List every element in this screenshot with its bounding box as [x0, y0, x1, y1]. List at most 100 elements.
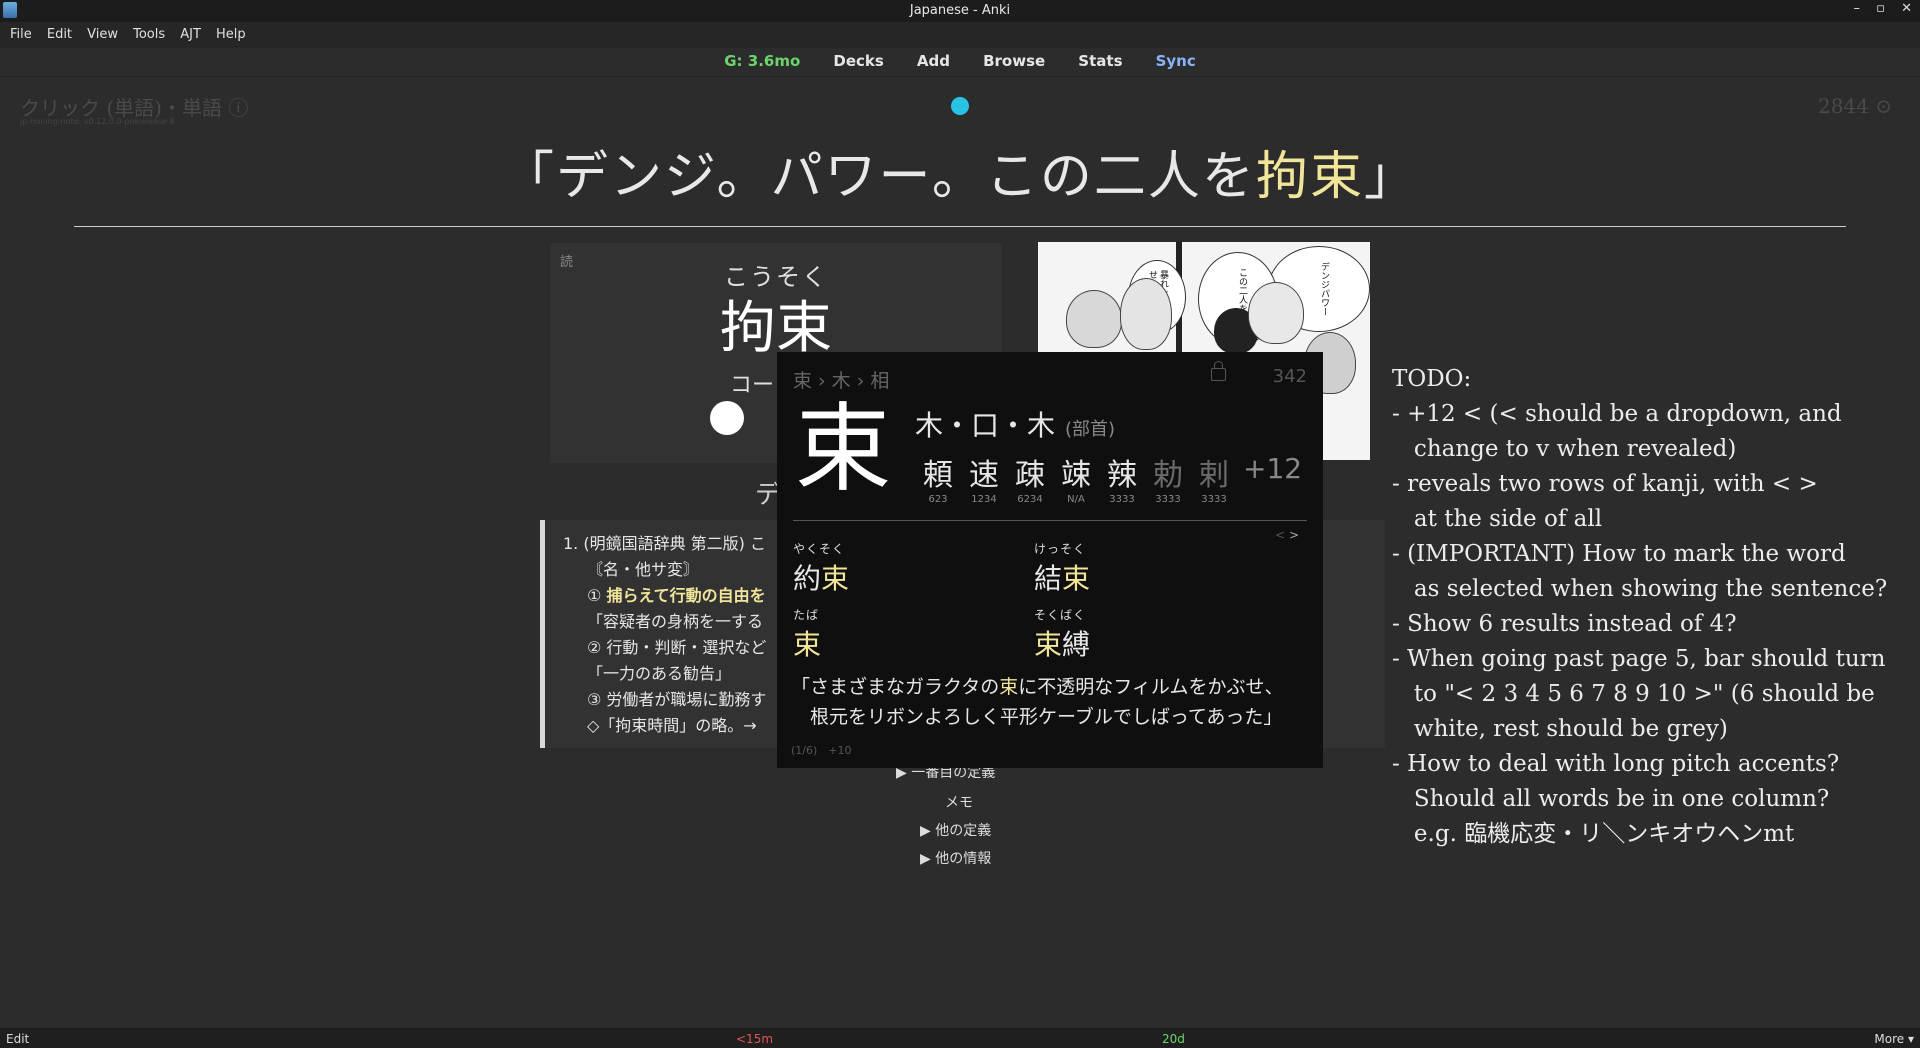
related-kanji-freq: 3333: [1109, 494, 1135, 505]
related-kanji-freq: 3333: [1155, 494, 1181, 505]
kanji-breadcrumb[interactable]: 束 › 木 › 相: [793, 366, 889, 393]
definition-marker: ①: [587, 586, 607, 605]
answer-bar: Edit <15m 20d More ▾: [0, 1028, 1920, 1048]
memo-label: メモ: [945, 795, 973, 811]
next-page-button[interactable]: >: [1289, 528, 1299, 542]
character-makima: [1248, 282, 1304, 344]
sentence-highlight: 拘束: [1255, 147, 1364, 207]
window-titlebar: Japanese - Anki – ▫ ✕: [0, 0, 1920, 22]
related-kanji-freq: 3333: [1201, 494, 1227, 505]
example-part: に不透明なフィルムをかぶせ、: [1018, 676, 1284, 698]
menu-ajt[interactable]: AJT: [180, 27, 201, 42]
word-part-highlight: 束: [1034, 628, 1063, 661]
related-kanji[interactable]: 疎 6234: [1007, 450, 1053, 505]
word-text: 束: [793, 623, 821, 663]
related-kanji-freq: 623: [928, 494, 948, 505]
menu-help[interactable]: Help: [216, 27, 246, 42]
related-kanji-char: 辣: [1107, 458, 1137, 493]
lock-icon[interactable]: [1211, 361, 1226, 381]
menu-edit[interactable]: Edit: [47, 27, 72, 42]
definition-line: 〘名・他サ変〙: [587, 560, 700, 579]
decks-button[interactable]: Decks: [833, 52, 883, 70]
related-kanji-freq: N/A: [1067, 494, 1085, 505]
sentence: 「デンジ。パワー。この二人を拘束」: [0, 134, 1920, 209]
main-toolbar: G: 3.6mo Decks Add Browse Stats Sync: [0, 48, 1920, 76]
add-button[interactable]: Add: [917, 52, 950, 70]
maximize-icon[interactable]: ▫: [1876, 1, 1885, 16]
related-kanji[interactable]: 辣 3333: [1099, 450, 1145, 505]
due-indicator[interactable]: G: 3.6mo: [724, 52, 800, 70]
word-furigana: たば: [793, 608, 820, 622]
word-part: 結: [1034, 562, 1063, 595]
definition-line: 1. (明鏡国語辞典 第二版) こ: [563, 534, 767, 553]
play-audio-icon[interactable]: [710, 401, 744, 435]
prev-page-button[interactable]: <: [1275, 528, 1285, 542]
bubble-text: デンジパワー: [1319, 262, 1329, 316]
example-part: 根元をリボンよろしく平形ケーブルでしばってあった」: [791, 706, 1283, 728]
word-text: 約束: [793, 557, 849, 597]
word-part: 約: [793, 562, 822, 595]
other-info-toggle[interactable]: ▶ 他の情報: [920, 848, 991, 868]
example-word[interactable]: やくそく 約束: [793, 540, 849, 597]
word-pager: < >: [1275, 528, 1299, 542]
menu-view[interactable]: View: [87, 27, 118, 42]
example-highlight: 束: [999, 676, 1019, 698]
card-counter[interactable]: 2844 ⊙: [1818, 94, 1892, 118]
close-icon[interactable]: ✕: [1901, 1, 1912, 16]
menu-file[interactable]: File: [10, 27, 32, 42]
character-power: [1120, 278, 1172, 350]
sentence-before: 「デンジ。パワー。この二人を: [502, 147, 1256, 207]
todo-notes: TODO: - +12 < (< should be a dropdown, a…: [1392, 366, 1888, 847]
word-furigana: けっそく: [1034, 542, 1087, 556]
good-interval[interactable]: 20d: [1162, 1032, 1185, 1046]
related-kanji-char: 速: [969, 458, 999, 493]
components-label: (部首): [1065, 419, 1116, 440]
related-kanji[interactable]: 竦 N/A: [1053, 450, 1099, 505]
stats-button[interactable]: Stats: [1078, 52, 1122, 70]
character-denji: [1066, 290, 1122, 348]
related-kanji-freq: 1234: [971, 494, 997, 505]
related-kanji[interactable]: 速 1234: [961, 450, 1007, 505]
example-part: 「さまざまなガラクタの: [791, 676, 1000, 698]
edit-button[interactable]: Edit: [6, 1032, 29, 1046]
example-word[interactable]: たば束: [793, 606, 821, 663]
kanji-frequency: 342: [1272, 366, 1307, 387]
example-word[interactable]: そくばく 束縛: [1034, 606, 1090, 663]
definition-line: ① 捕らえて行動の自由を: [587, 582, 766, 606]
menu-bar: File Edit View Tools AJT Help: [0, 22, 1920, 48]
more-button[interactable]: More ▾: [1874, 1032, 1914, 1046]
kanji-character: 束: [795, 393, 891, 505]
related-kanji[interactable]: 勅 3333: [1145, 450, 1191, 505]
related-kanji[interactable]: 剌 3333: [1191, 450, 1237, 505]
related-kanji-char: 竦: [1061, 458, 1091, 493]
other-definitions-toggle[interactable]: ▶ 他の定義: [920, 820, 991, 840]
word-part-highlight: 束: [793, 628, 822, 661]
definition-line: 「一力のある勧告」: [587, 664, 732, 683]
browse-button[interactable]: Browse: [983, 52, 1045, 70]
minimize-icon[interactable]: –: [1854, 1, 1861, 16]
card-status-dot: [951, 97, 969, 115]
related-kanji-freq: 6234: [1017, 494, 1043, 505]
related-kanji-char: 疎: [1015, 458, 1045, 493]
note-version: jp-mining-note: v0.12.0.0-prerelease-8: [20, 117, 175, 126]
definition-highlight: 捕らえて行動の自由を: [606, 586, 766, 605]
definition-line: 「容疑者の身柄を一する: [587, 612, 764, 631]
related-kanji-char: 勅: [1153, 458, 1183, 493]
word-text: 束縛: [1034, 623, 1090, 663]
word-part: 縛: [1062, 628, 1091, 661]
components-text: 木・口・木: [915, 409, 1056, 442]
sentence-divider: [74, 226, 1846, 227]
example-word[interactable]: けっそく 結束: [1034, 540, 1090, 597]
menu-tools[interactable]: Tools: [133, 27, 165, 42]
definition-line: ③ 労働者が職場に勤務す: [587, 690, 767, 709]
kanji-hover-popup: 束 › 木 › 相 342 束 木・口・木 (部首) 頼 623 速 1234 疎 6234…: [777, 352, 1323, 768]
word-text: 結束: [1034, 557, 1090, 597]
definition-line: ② 行動・判断・選択など: [587, 638, 767, 657]
related-kanji[interactable]: 頼 623: [915, 450, 961, 505]
sync-button[interactable]: Sync: [1156, 52, 1196, 70]
definition-line: ◇「拘束時間」の略。→: [587, 716, 757, 735]
popup-divider: [793, 520, 1307, 521]
related-more-button[interactable]: +12: [1243, 452, 1302, 485]
window-title: Japanese - Anki: [909, 3, 1011, 18]
again-interval[interactable]: <15m: [736, 1032, 773, 1046]
